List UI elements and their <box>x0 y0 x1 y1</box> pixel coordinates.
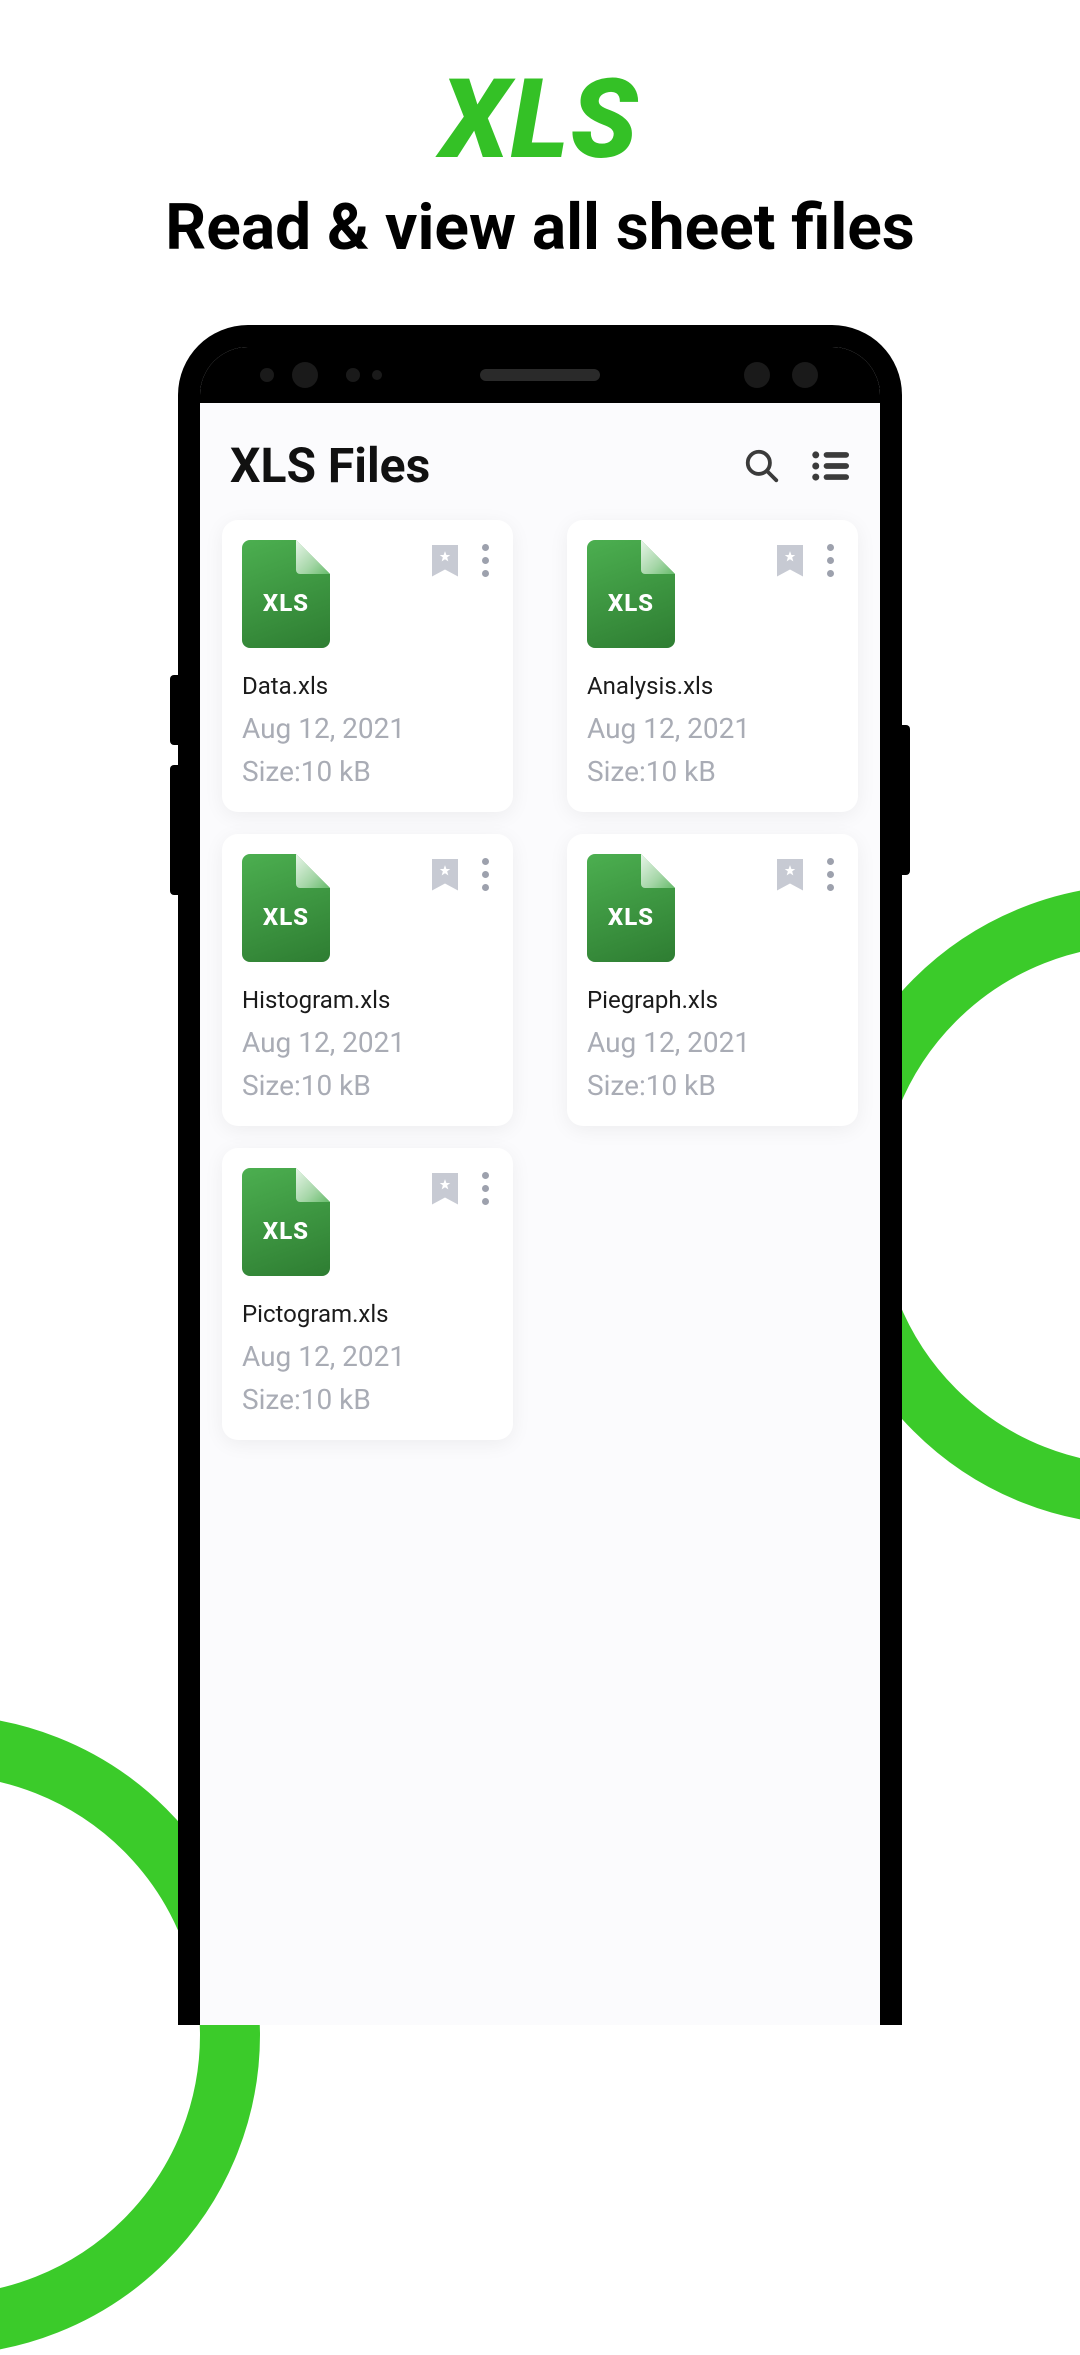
file-size: Size:10 kB <box>242 1383 493 1416</box>
file-grid: XLS Data.xls Aug 12, 2021 Size:10 kB XL <box>200 520 880 1480</box>
more-options-icon[interactable] <box>478 854 493 895</box>
file-icon-label: XLS <box>608 589 654 617</box>
xls-file-icon: XLS <box>242 854 330 962</box>
more-options-icon[interactable] <box>823 540 838 581</box>
xls-file-icon: XLS <box>242 540 330 648</box>
file-date: Aug 12, 2021 <box>242 1026 493 1059</box>
file-icon-label: XLS <box>263 589 309 617</box>
more-options-icon[interactable] <box>478 540 493 581</box>
bookmark-icon[interactable] <box>432 859 458 891</box>
more-options-icon[interactable] <box>478 1168 493 1209</box>
xls-file-icon: XLS <box>242 1168 330 1276</box>
file-date: Aug 12, 2021 <box>242 712 493 745</box>
file-card[interactable]: XLS Piegraph.xls Aug 12, 2021 Size:10 kB <box>567 834 858 1126</box>
file-name: Analysis.xls <box>587 672 838 700</box>
file-card[interactable]: XLS Pictogram.xls Aug 12, 2021 Size:10 k… <box>222 1148 513 1440</box>
file-date: Aug 12, 2021 <box>587 712 838 745</box>
file-name: Pictogram.xls <box>242 1300 493 1328</box>
bookmark-icon[interactable] <box>777 859 803 891</box>
file-size: Size:10 kB <box>242 755 493 788</box>
file-size: Size:10 kB <box>242 1069 493 1102</box>
page-title: XLS Files <box>230 437 742 494</box>
file-name: Piegraph.xls <box>587 986 838 1014</box>
more-options-icon[interactable] <box>823 854 838 895</box>
file-icon-label: XLS <box>608 903 654 931</box>
file-size: Size:10 kB <box>587 1069 838 1102</box>
xls-file-icon: XLS <box>587 854 675 962</box>
xls-file-icon: XLS <box>587 540 675 648</box>
file-card[interactable]: XLS Histogram.xls Aug 12, 2021 Size:10 k… <box>222 834 513 1126</box>
file-icon-label: XLS <box>263 1217 309 1245</box>
bookmark-icon[interactable] <box>777 545 803 577</box>
bookmark-icon[interactable] <box>432 545 458 577</box>
file-date: Aug 12, 2021 <box>242 1340 493 1373</box>
app-header: XLS Files <box>200 403 880 520</box>
promo-title: XLS <box>0 55 1080 184</box>
promo-subtitle: Read & view all sheet files <box>0 190 1080 265</box>
file-card[interactable]: XLS Data.xls Aug 12, 2021 Size:10 kB <box>222 520 513 812</box>
file-date: Aug 12, 2021 <box>587 1026 838 1059</box>
list-view-icon[interactable] <box>810 446 850 486</box>
file-name: Data.xls <box>242 672 493 700</box>
search-icon[interactable] <box>742 446 782 486</box>
phone-frame: XLS Files <box>178 325 902 2025</box>
file-card[interactable]: XLS Analysis.xls Aug 12, 2021 Size:10 kB <box>567 520 858 812</box>
file-icon-label: XLS <box>263 903 309 931</box>
file-name: Histogram.xls <box>242 986 493 1014</box>
bookmark-icon[interactable] <box>432 1173 458 1205</box>
file-size: Size:10 kB <box>587 755 838 788</box>
